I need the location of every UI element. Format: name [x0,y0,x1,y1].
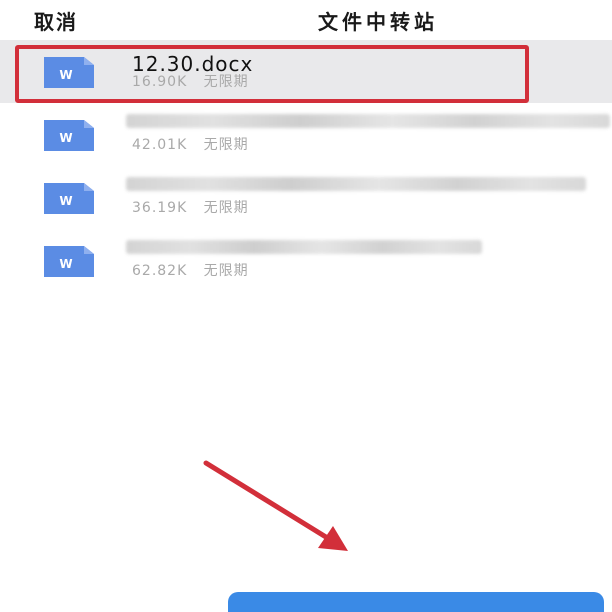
file-meta: 16.90K 无限期 [132,71,249,91]
word-file-icon: W [44,246,94,277]
file-expiry: 无限期 [203,74,249,90]
svg-text:W: W [59,194,72,208]
file-row[interactable]: W 42.01K 无限期 [0,103,612,166]
file-row[interactable]: W 62.82K 无限期 [0,229,612,292]
blurred-file-name [126,240,482,254]
svg-text:W: W [59,68,72,82]
top-bar: 取消 文件中转站 [0,0,612,40]
file-row[interactable]: W 36.19K 无限期 [0,166,612,229]
svg-text:W: W [59,131,72,145]
word-file-icon: W [44,120,94,151]
word-file-icon: W [44,57,94,88]
svg-text:W: W [59,257,72,271]
blurred-file-name [126,114,610,128]
file-meta: 36.19K 无限期 [132,197,249,217]
file-size: 16.90K [132,74,188,90]
file-list: W 12.30.docx 16.90K 无限期 W 42.01K 无限期 W 3… [0,40,612,292]
word-file-icon: W [44,183,94,214]
file-meta: 62.82K 无限期 [132,260,249,280]
cancel-button[interactable]: 取消 [34,6,78,35]
blurred-file-name [126,177,586,191]
page-title: 文件中转站 [318,10,438,34]
file-expiry: 无限期 [203,200,249,216]
file-size: 42.01K [132,137,188,153]
file-size: 36.19K [132,200,188,216]
file-expiry: 无限期 [203,263,249,279]
file-meta: 42.01K 无限期 [132,134,249,154]
file-expiry: 无限期 [203,137,249,153]
confirm-button[interactable] [228,592,604,612]
file-row[interactable]: W 12.30.docx 16.90K 无限期 [0,40,612,103]
file-size: 62.82K [132,263,188,279]
